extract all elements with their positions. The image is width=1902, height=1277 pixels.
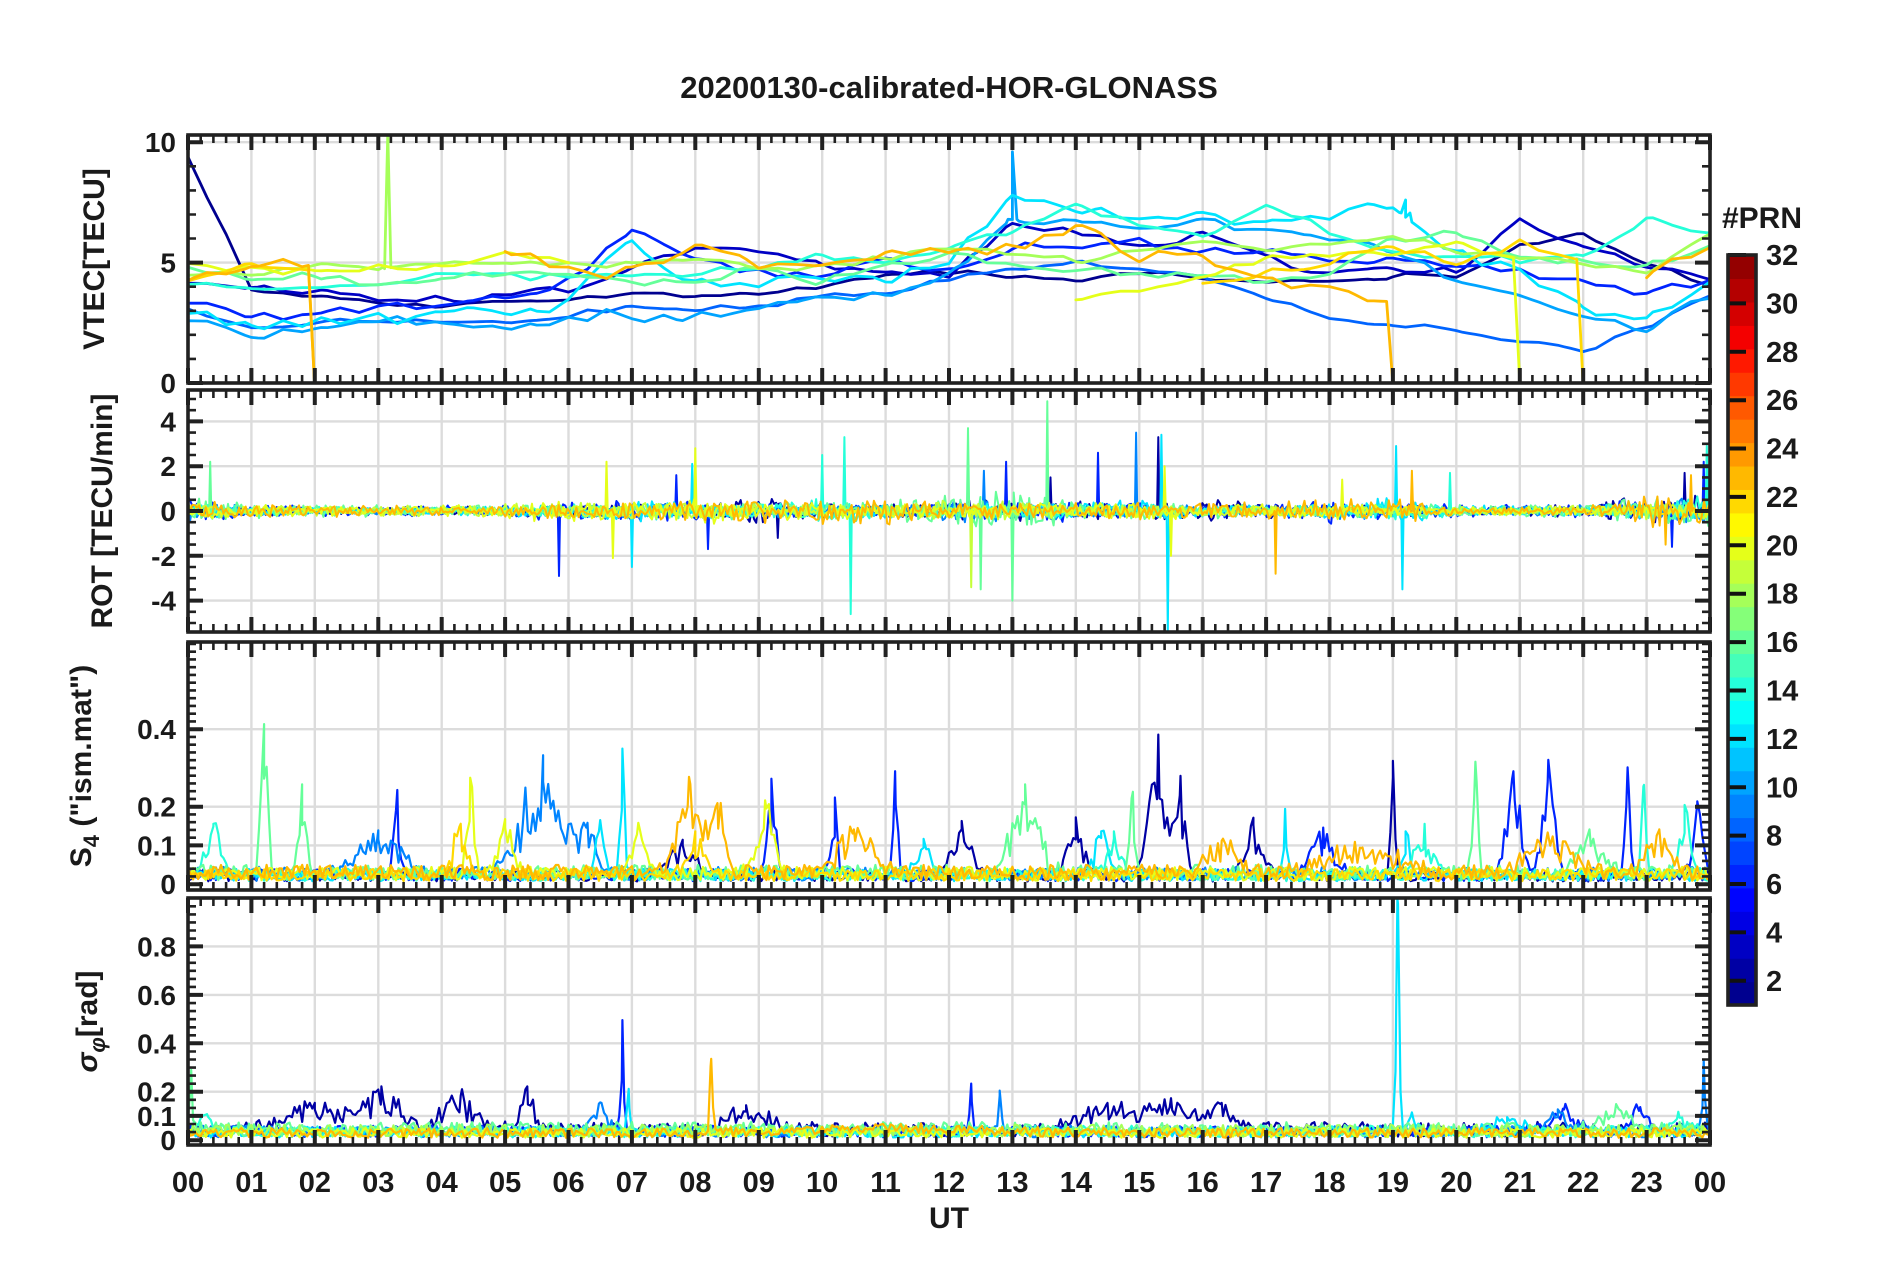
colorbar-tick-label: 6	[1766, 869, 1782, 901]
colorbar-tick-label: 20	[1766, 530, 1798, 562]
x-tick-label: 19	[1377, 1167, 1409, 1199]
y-axis-label-vtec: VTEC[TECU]	[78, 168, 111, 350]
x-tick-label: 13	[996, 1167, 1028, 1199]
panel-rot: -4 -2 0 2 4 ROT [TECU/min]	[86, 388, 1712, 634]
x-tick-label: 12	[933, 1167, 965, 1199]
colorbar-block-prn-8	[1728, 817, 1756, 842]
x-tick-label: 21	[1504, 1167, 1536, 1199]
x-tick-label: 23	[1630, 1167, 1662, 1199]
y-tick-label-sigma-phi: 0.8	[137, 931, 176, 962]
colorbar: 2468101214161820222426283032	[1726, 240, 1798, 1007]
x-tick-label: 10	[806, 1167, 838, 1199]
colorbar-tick-label: 2	[1766, 966, 1782, 998]
y-tick-label-rot: -4	[151, 586, 176, 617]
colorbar-block-prn-12	[1728, 723, 1756, 748]
colorbar-block-prn-24	[1728, 442, 1756, 467]
colorbar-block-prn-23	[1728, 465, 1756, 490]
x-tick-label: 04	[426, 1167, 458, 1199]
colorbar-tick-label: 10	[1766, 772, 1798, 804]
colorbar-tick-label: 24	[1766, 434, 1798, 466]
colorbar-block-prn-22	[1728, 489, 1756, 514]
y-tick-label-s4: 0.4	[137, 714, 176, 745]
y-axis-label-sigma-phi: σφ[rad]	[71, 970, 110, 1072]
x-tick-label: 00	[172, 1167, 204, 1199]
x-tick-label: 06	[552, 1167, 584, 1199]
x-tick-label: 03	[362, 1167, 394, 1199]
colorbar-block-prn-11	[1728, 747, 1756, 772]
colorbar-block-prn-9	[1728, 794, 1756, 819]
colorbar-tick-label: 28	[1766, 337, 1798, 369]
x-tick-label: 17	[1250, 1167, 1282, 1199]
y-tick-label-vtec: 5	[160, 248, 176, 279]
colorbar-block-prn-29	[1728, 325, 1756, 350]
x-tick-label: 08	[679, 1167, 711, 1199]
colorbar-title: #PRN	[1721, 202, 1803, 235]
colorbar-block-prn-20	[1728, 536, 1756, 561]
panel-sigma-phi: 00.10.20.40.60.8σφ[rad]00 01 02 03 04 05 06 07 0…	[71, 896, 1726, 1199]
colorbar-tick-label: 16	[1766, 627, 1798, 659]
y-tick-label-s4: 0.1	[137, 830, 176, 861]
colorbar-tick-label: 22	[1766, 482, 1798, 514]
colorbar-tick-label: 8	[1766, 821, 1782, 853]
y-tick-label-s4: 0.2	[137, 792, 176, 823]
colorbar-block-prn-3	[1728, 934, 1756, 959]
colorbar-block-prn-30	[1728, 301, 1756, 326]
y-tick-label-vtec: 0	[160, 368, 176, 399]
colorbar-block-prn-31	[1728, 278, 1756, 303]
colorbar-block-prn-7	[1728, 840, 1756, 865]
x-tick-label: 02	[299, 1167, 331, 1199]
colorbar-tick-label: 4	[1766, 917, 1782, 949]
x-tick-label: 15	[1123, 1167, 1155, 1199]
chart-canvas: 0510VTEC[TECU]-4-2024ROT [TECU/min]00.10…	[65, 127, 1798, 1199]
y-tick-label-rot: 0	[160, 496, 176, 527]
colorbar-block-prn-17	[1728, 606, 1756, 631]
x-tick-label: 09	[743, 1167, 775, 1199]
x-tick-label: 14	[1060, 1167, 1092, 1199]
y-tick-label-vtec: 10	[145, 127, 176, 158]
colorbar-block-prn-10	[1728, 770, 1756, 795]
y-tick-label-rot: -2	[151, 541, 176, 572]
colorbar-block-prn-15	[1728, 653, 1756, 678]
panel-s4: 0 0.1 0.2 0.4 S4 ("ism.mat")	[65, 640, 1712, 900]
colorbar-block-prn-2	[1728, 958, 1756, 983]
x-tick-label: 16	[1187, 1167, 1219, 1199]
y-axis-label-s4: S4 ("ism.mat")	[65, 665, 104, 867]
y-tick-label-sigma-phi: 0.6	[137, 980, 176, 1011]
colorbar-block-prn-32	[1728, 255, 1756, 280]
panel-vtec: 0 5 10 VTEC[TECU]	[78, 127, 1712, 399]
colorbar-block-prn-13	[1728, 700, 1756, 725]
x-tick-label: 11	[870, 1167, 901, 1199]
colorbar-block-prn-25	[1728, 419, 1756, 444]
y-tick-label-rot: 2	[160, 451, 176, 482]
colorbar-tick-label: 14	[1766, 675, 1798, 707]
colorbar-tick-label: 26	[1766, 385, 1798, 417]
colorbar-tick-label: 32	[1766, 240, 1798, 272]
colorbar-block-prn-21	[1728, 512, 1756, 537]
figure-root: 20200130-calibrated-HOR-GLONASS 0 5 10 VTEC…	[0, 0, 1902, 1272]
colorbar-block-prn-19	[1728, 559, 1756, 584]
x-tick-label: 05	[489, 1167, 521, 1199]
colorbar-tick-label: 12	[1766, 724, 1798, 756]
x-axis-title: UT	[929, 1202, 969, 1235]
x-tick-label: 20	[1440, 1167, 1472, 1199]
colorbar-block-prn-1	[1728, 981, 1756, 1006]
y-tick-label-sigma-phi: 0.4	[137, 1028, 176, 1059]
x-tick-label: 22	[1567, 1167, 1599, 1199]
colorbar-tick-label: 18	[1766, 579, 1798, 611]
x-tick-label: 00	[1694, 1167, 1726, 1199]
colorbar-block-prn-27	[1728, 372, 1756, 397]
y-tick-label-s4: 0	[160, 869, 176, 900]
colorbar-tick-label: 30	[1766, 288, 1798, 320]
y-axis-label-rot: ROT [TECU/min]	[86, 394, 119, 629]
x-tick-label: 07	[616, 1167, 648, 1199]
colorbar-block-prn-5	[1728, 887, 1756, 912]
x-tick-label: 18	[1313, 1167, 1345, 1199]
y-tick-label-rot: 4	[160, 406, 176, 437]
x-tick-label: 01	[235, 1167, 267, 1199]
y-tick-label-sigma-phi: 0.2	[137, 1077, 176, 1108]
chart-title: 20200130-calibrated-HOR-GLONASS	[680, 70, 1218, 105]
